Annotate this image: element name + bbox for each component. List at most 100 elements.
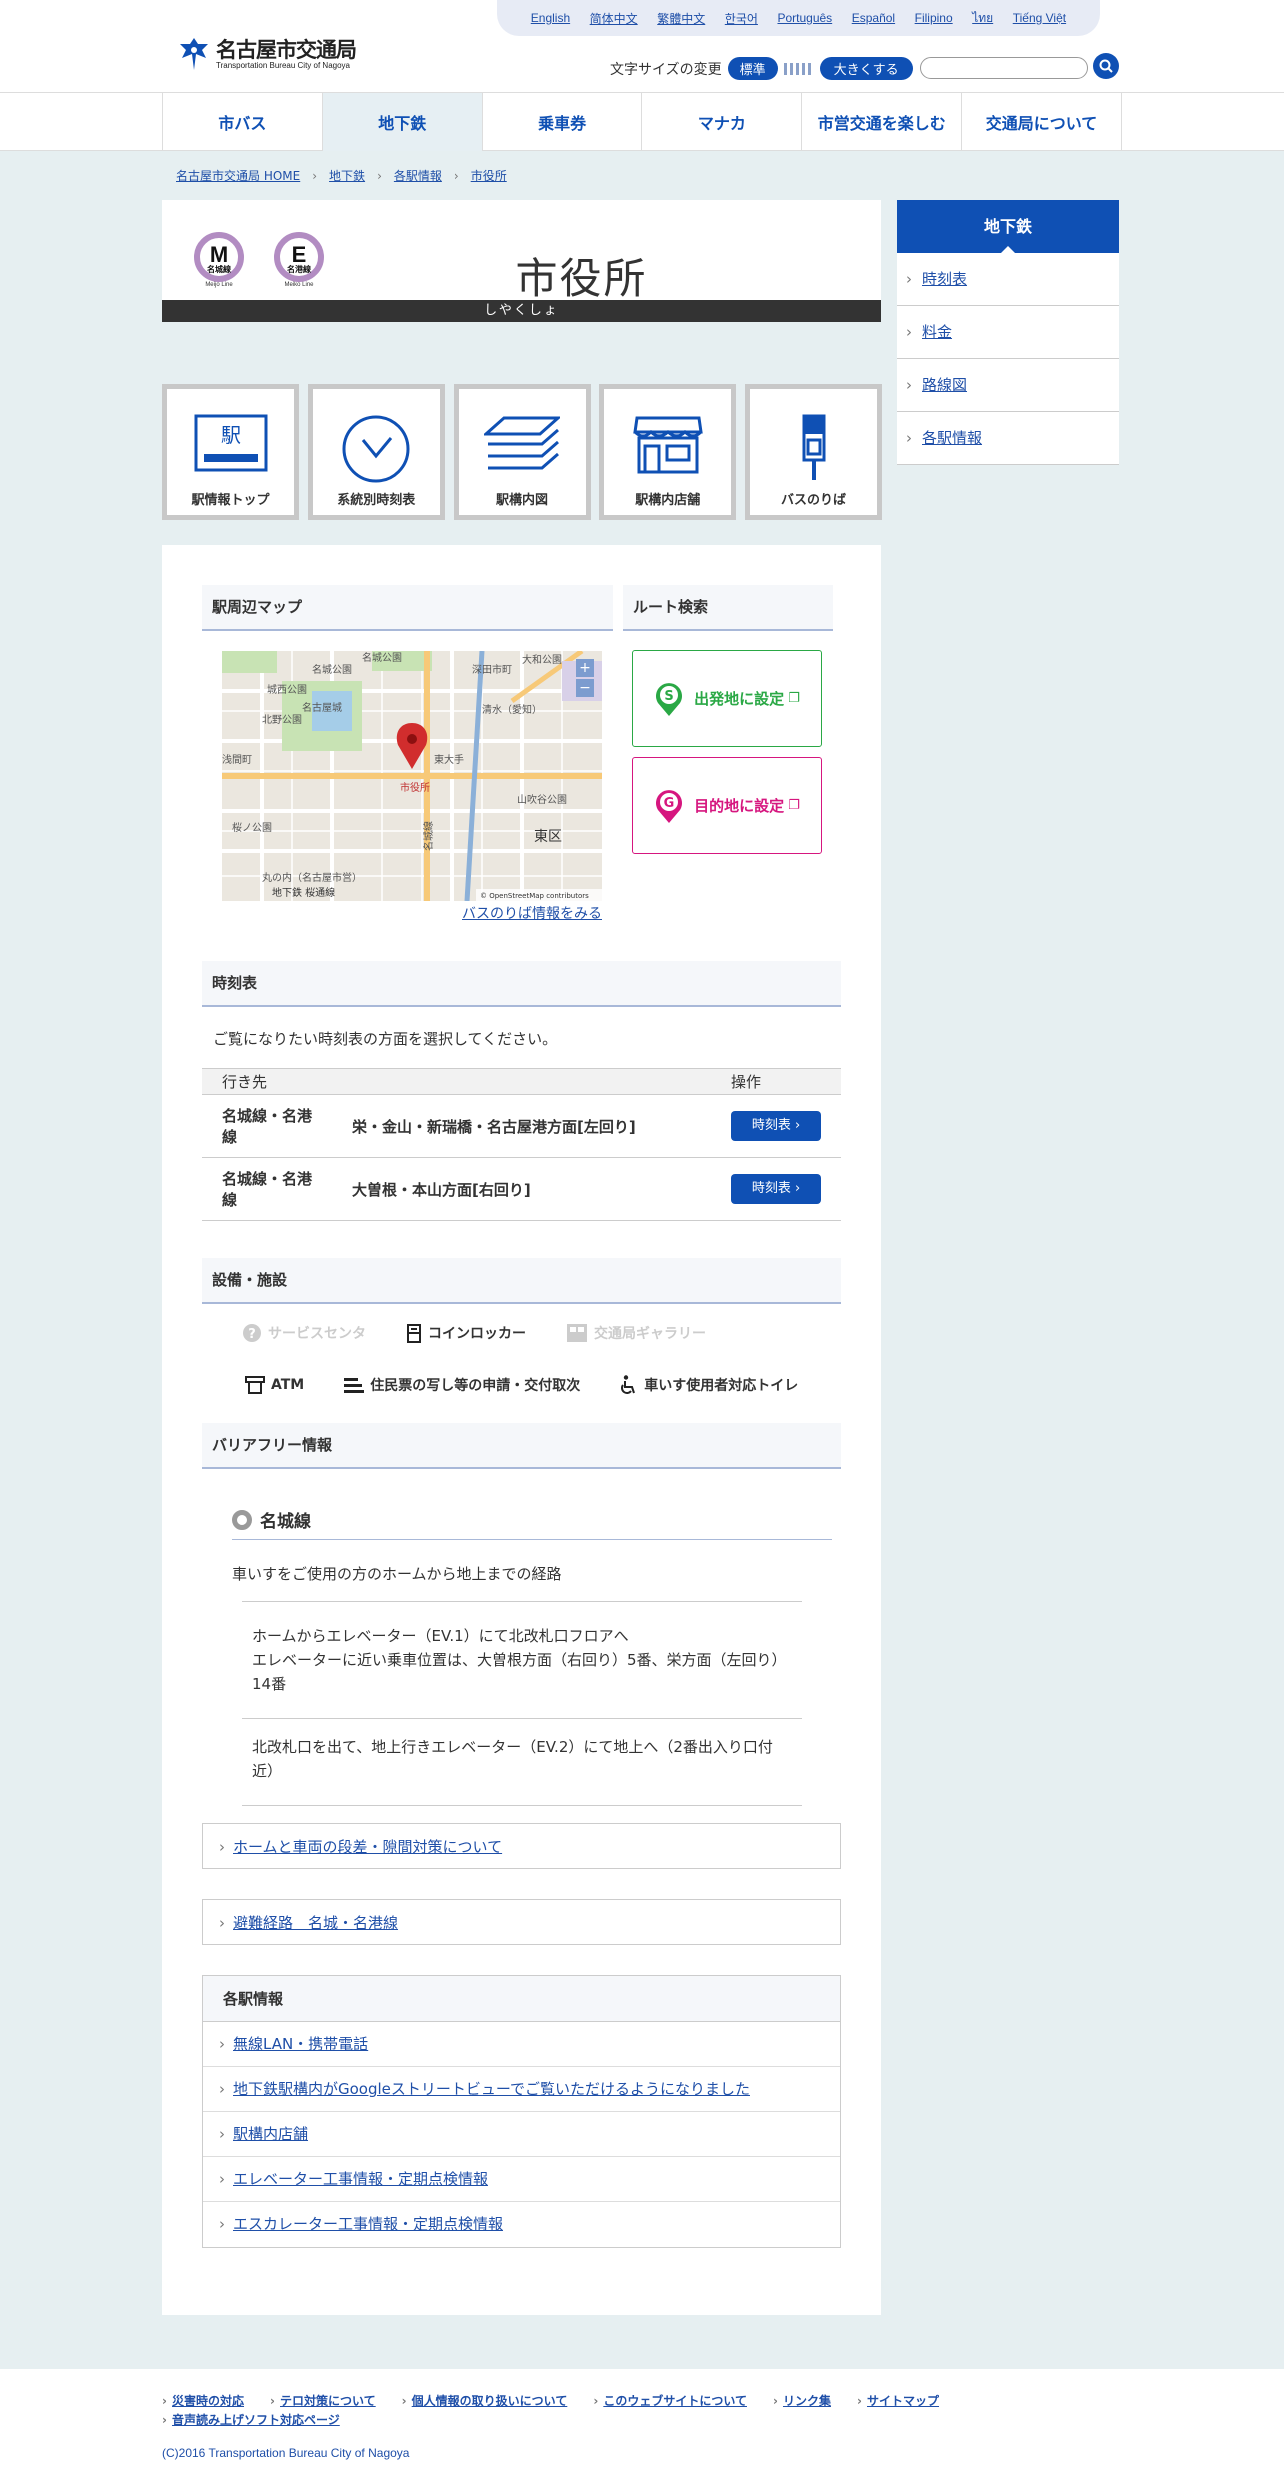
gnav-city-bus[interactable]: 市バス bbox=[162, 93, 322, 151]
timetable-button[interactable]: 時刻表 › bbox=[731, 1111, 821, 1141]
area-map[interactable]: 名城公園 城西公園 名城公園 北野公園 清水（愛知） 市役所 東大手 浅間町 山… bbox=[222, 651, 602, 901]
lang-simplified-chinese[interactable]: 简体中文 bbox=[590, 10, 638, 27]
tile-station-top[interactable]: 駅 駅情報トップ bbox=[162, 384, 299, 520]
svg-text:駅: 駅 bbox=[221, 423, 241, 447]
side-nav-link-timetable[interactable]: 時刻表 bbox=[922, 270, 967, 288]
page-title: 市役所 bbox=[515, 254, 648, 303]
logo-en: Transportation Bureau City of Nagoya bbox=[216, 60, 350, 70]
barrier-free-step: ホームからエレベーター（EV.1）にて北改札口フロアへ エレベーターに近い乗車位… bbox=[242, 1601, 802, 1719]
breadcrumb-separator: › bbox=[377, 168, 382, 183]
map-label: 名城公園 bbox=[362, 651, 402, 664]
goal-pin-icon: G bbox=[656, 789, 683, 823]
gnav-manaca[interactable]: マナカ bbox=[641, 93, 801, 151]
footer-link-links[interactable]: リンク集 bbox=[773, 2392, 831, 2411]
side-nav-item[interactable]: 料金 bbox=[897, 306, 1119, 359]
global-nav: 市バス 地下鉄 乗車券 マナカ 市営交通を楽しむ 交通局について bbox=[0, 92, 1284, 151]
map-label: 北野公園 bbox=[262, 714, 302, 726]
tile-timetable-by-route[interactable]: 系統別時刻表 bbox=[307, 384, 445, 520]
gnav-enjoy[interactable]: 市営交通を楽しむ bbox=[801, 93, 961, 151]
footer-link-screen-reader[interactable]: 音声読み上げソフト対応ページ bbox=[162, 2411, 340, 2430]
copyright: (C)2016 Transportation Bureau City of Na… bbox=[162, 2446, 410, 2460]
station-sign-icon: 駅 bbox=[194, 414, 267, 472]
search-button[interactable] bbox=[1093, 53, 1119, 79]
lang-english[interactable]: English bbox=[531, 11, 570, 25]
route-set-start-button[interactable]: S 出発地に設定 ❐ bbox=[632, 650, 822, 747]
footer-link-about-site[interactable]: このウェブサイトについて bbox=[593, 2392, 747, 2411]
gnav-tickets[interactable]: 乗車券 bbox=[481, 93, 642, 151]
list-item[interactable]: エスカレーター工事情報・定期点検情報 bbox=[203, 2202, 840, 2247]
footer: 災害時の対応 テロ対策について 個人情報の取り扱いについて このウェブサイトについて リ… bbox=[0, 2369, 1284, 2483]
station-info-link[interactable]: 駅構内店舗 bbox=[233, 2125, 308, 2143]
footer-link-privacy[interactable]: 個人情報の取り扱いについて bbox=[402, 2392, 568, 2411]
tile-bus-stops[interactable]: バスのりば bbox=[745, 384, 882, 520]
font-size-control: 文字サイズの変更 標準 大きくする bbox=[610, 57, 913, 80]
map-label: 地下鉄 桜通線 bbox=[272, 886, 335, 899]
side-nav-item[interactable]: 時刻表 bbox=[897, 253, 1119, 306]
list-item[interactable]: 駅構内店舗 bbox=[203, 2112, 840, 2157]
lang-vietnamese[interactable]: Tiếng Việt bbox=[1013, 11, 1066, 25]
lang-korean[interactable]: 한국어 bbox=[725, 10, 758, 27]
tile-station-shops[interactable]: 駅構内店舗 bbox=[599, 384, 737, 520]
tile-label: 系統別時刻表 bbox=[337, 493, 416, 508]
side-nav-link-route-map[interactable]: 路線図 bbox=[922, 376, 967, 394]
tile-station-map[interactable]: 駅構内図 bbox=[453, 384, 591, 520]
side-nav-link-stations[interactable]: 各駅情報 bbox=[922, 429, 982, 447]
map-zoom-in-button[interactable]: + bbox=[576, 659, 594, 677]
lang-thai[interactable]: ไทย bbox=[972, 9, 993, 28]
language-bar: English 简体中文 繁體中文 한국어 Português Español … bbox=[497, 0, 1100, 36]
timetable-direction: 栄・金山・新瑞橋・名古屋港方面[左回り] bbox=[332, 1094, 711, 1158]
link-box-evacuation[interactable]: 避難経路 名城・名港線 bbox=[202, 1899, 841, 1946]
lang-portuguese[interactable]: Português bbox=[777, 11, 832, 25]
logo-ja: 名古屋市交通局 bbox=[216, 37, 357, 62]
link-evacuation-route[interactable]: 避難経路 名城・名港線 bbox=[233, 1914, 398, 1932]
footer-link-terror[interactable]: テロ対策について bbox=[270, 2392, 376, 2411]
footer-link-disaster[interactable]: 災害時の対応 bbox=[162, 2392, 244, 2411]
lang-traditional-chinese[interactable]: 繁體中文 bbox=[657, 10, 705, 27]
question-icon: ? bbox=[243, 1324, 261, 1342]
timetable-button[interactable]: 時刻表 › bbox=[731, 1174, 821, 1204]
side-nav-item[interactable]: 各駅情報 bbox=[897, 412, 1119, 465]
list-item[interactable]: 無線LAN・携帯電話 bbox=[203, 2022, 840, 2067]
breadcrumb-subway[interactable]: 地下鉄 bbox=[329, 167, 365, 184]
search-input[interactable] bbox=[920, 57, 1088, 79]
side-nav-title[interactable]: 地下鉄 bbox=[897, 200, 1119, 254]
site-logo[interactable]: 名古屋市交通局 Transportation Bureau City of Na… bbox=[176, 36, 357, 72]
side-nav: 地下鉄 時刻表 料金 路線図 各駅情報 bbox=[897, 200, 1119, 465]
footer-link-sitemap[interactable]: サイトマップ bbox=[857, 2392, 939, 2411]
atm-icon bbox=[245, 1376, 265, 1394]
map-zoom-out-button[interactable]: − bbox=[576, 679, 594, 697]
side-nav-link-fare[interactable]: 料金 bbox=[922, 323, 952, 341]
bureau-logo-icon bbox=[180, 38, 208, 70]
side-nav-item[interactable]: 路線図 bbox=[897, 359, 1119, 412]
lang-spanish[interactable]: Español bbox=[852, 11, 895, 25]
font-size-large-button[interactable]: 大きくする bbox=[819, 57, 913, 80]
svg-text:G: G bbox=[664, 796, 675, 811]
timetable-button-label: 時刻表 bbox=[751, 1118, 791, 1133]
station-info-link[interactable]: 地下鉄駅構内がGoogleストリートビューでご覧いただけるようになりました bbox=[233, 2080, 750, 2098]
link-gap-measures[interactable]: ホームと車両の段差・隙間対策について bbox=[233, 1838, 502, 1856]
station-info-link[interactable]: エスカレーター工事情報・定期点検情報 bbox=[233, 2215, 503, 2233]
station-kana: しやくしょ bbox=[162, 300, 881, 322]
facility-gallery: 交通局ギャラリー bbox=[566, 1323, 706, 1343]
svg-text:?: ? bbox=[248, 1327, 256, 1342]
link-box-gap-measures[interactable]: ホームと車両の段差・隙間対策について bbox=[202, 1823, 841, 1870]
route-set-goal-button[interactable]: G 目的地に設定 ❐ bbox=[632, 757, 822, 854]
timetable-description: ご覧になりたい時刻表の方面を選択してください。 bbox=[213, 1030, 558, 1048]
bus-stop-info-link[interactable]: バスのりば情報をみる bbox=[462, 903, 602, 923]
station-info-title: 各駅情報 bbox=[203, 1976, 840, 2022]
list-item[interactable]: 地下鉄駅構内がGoogleストリートビューでご覧いただけるようになりました bbox=[203, 2067, 840, 2112]
list-item[interactable]: エレベーター工事情報・定期点検情報 bbox=[203, 2157, 840, 2202]
station-info-link[interactable]: 無線LAN・携帯電話 bbox=[233, 2035, 368, 2053]
station-info-link[interactable]: エレベーター工事情報・定期点検情報 bbox=[233, 2170, 488, 2188]
external-window-icon: ❐ bbox=[788, 691, 800, 706]
gnav-subway[interactable]: 地下鉄 bbox=[321, 93, 482, 151]
breadcrumb-stations[interactable]: 各駅情報 bbox=[394, 167, 442, 184]
breadcrumb-current[interactable]: 市役所 bbox=[471, 167, 507, 184]
map-label: 名古屋城 bbox=[302, 701, 342, 714]
font-size-standard-button[interactable]: 標準 bbox=[727, 57, 778, 80]
route-section-title: ルート検索 bbox=[623, 585, 833, 631]
breadcrumb-home[interactable]: 名古屋市交通局 HOME bbox=[176, 167, 300, 184]
table-row: 名城線・名港線 大曽根・本山方面[右回り] 時刻表 › bbox=[202, 1157, 841, 1221]
gnav-about[interactable]: 交通局について bbox=[961, 93, 1122, 151]
lang-filipino[interactable]: Filipino bbox=[915, 11, 953, 25]
